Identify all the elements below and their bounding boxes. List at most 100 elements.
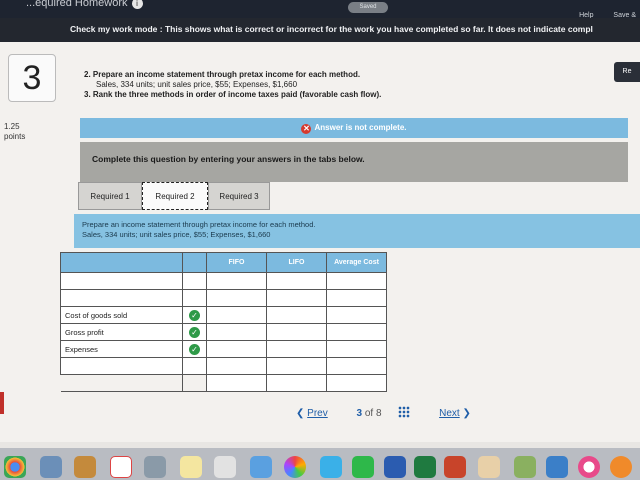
row-check-cell: ✓ xyxy=(182,323,207,341)
header-average-cost: Average Cost xyxy=(326,252,387,273)
left-edge-marker xyxy=(0,392,4,414)
table-row xyxy=(60,357,387,375)
fifo-input[interactable] xyxy=(206,323,267,341)
keynote-icon[interactable] xyxy=(546,456,568,478)
lifo-input[interactable] xyxy=(266,340,327,358)
row-label-input[interactable] xyxy=(60,357,183,375)
row-label-input[interactable] xyxy=(60,272,183,290)
average-cost-input[interactable] xyxy=(326,374,387,392)
average-cost-input[interactable] xyxy=(326,357,387,375)
table-row xyxy=(60,272,387,290)
table-row: Cost of goods sold ✓ xyxy=(60,306,387,324)
fifo-input[interactable] xyxy=(206,306,267,324)
references-button[interactable]: Re xyxy=(614,62,640,82)
books-icon[interactable] xyxy=(610,456,632,478)
assignment-title: ...equired Homework i xyxy=(26,0,143,9)
answer-status-text: Answer is not complete. xyxy=(314,123,407,132)
next-link[interactable]: Next xyxy=(439,408,460,419)
row-check-cell xyxy=(182,357,207,375)
points-info: 1.25 points xyxy=(4,122,25,142)
answer-status-bar: ✕ Answer is not complete. xyxy=(80,118,628,138)
average-cost-input[interactable] xyxy=(326,289,387,307)
tab-prompt-line2: Sales, 334 units; unit sales price, $55;… xyxy=(82,230,271,239)
tab-prompt-line1: Prepare an income statement through pret… xyxy=(82,220,316,229)
chrome-icon[interactable] xyxy=(4,456,26,478)
row-label-cogs[interactable]: Cost of goods sold xyxy=(60,306,183,324)
check-circle-icon: ✓ xyxy=(189,343,200,355)
header-lifo: LIFO xyxy=(266,252,327,273)
row-label-expenses[interactable]: Expenses xyxy=(60,340,183,358)
maps-icon[interactable] xyxy=(250,456,272,478)
stickies-icon[interactable] xyxy=(180,456,202,478)
fifo-input[interactable] xyxy=(206,289,267,307)
word-icon[interactable] xyxy=(384,456,406,478)
check-mode-banner: Check my work mode : This shows what is … xyxy=(0,18,640,42)
preview-icon[interactable] xyxy=(40,456,62,478)
header-blank xyxy=(60,252,183,273)
average-cost-input[interactable] xyxy=(326,340,387,358)
row-label-gross-profit[interactable]: Gross profit xyxy=(60,323,183,341)
table-header-row: FIFO LIFO Average Cost xyxy=(60,252,387,273)
chevron-right-icon[interactable]: ❯ xyxy=(462,408,470,419)
lifo-input[interactable] xyxy=(266,306,327,324)
app-icon[interactable] xyxy=(144,456,166,478)
header-check-blank xyxy=(182,252,207,273)
instruction-sales-info: Sales, 334 units; unit sales price, $55;… xyxy=(96,80,298,89)
tab-prompt: Prepare an income statement through pret… xyxy=(74,214,640,248)
excel-icon[interactable] xyxy=(414,456,436,478)
table-row: Gross profit ✓ xyxy=(60,323,387,341)
tab-required-2[interactable]: Required 2 xyxy=(142,182,208,210)
saved-indicator: Saved xyxy=(348,2,388,13)
points-label: points xyxy=(4,132,26,141)
row-check-cell xyxy=(182,272,207,290)
income-statement-table: FIFO LIFO Average Cost Cost of goods sol… xyxy=(60,252,387,392)
instruction-part-3: 3. Rank the three methods in order of in… xyxy=(84,90,382,99)
grid-icon[interactable] xyxy=(398,406,411,418)
app-top-bar: ...equired Homework i Saved Help Save & xyxy=(0,0,640,19)
check-circle-icon: ✓ xyxy=(189,309,200,321)
lifo-input[interactable] xyxy=(266,374,327,392)
check-circle-icon: ✓ xyxy=(189,326,200,338)
complete-instructions: Complete this question by entering your … xyxy=(80,142,628,182)
row-blank xyxy=(182,374,207,392)
tab-required-1[interactable]: Required 1 xyxy=(78,182,142,210)
notes-icon[interactable] xyxy=(74,456,96,478)
x-circle-icon: ✕ xyxy=(301,124,312,134)
lifo-input[interactable] xyxy=(266,357,327,375)
table-row xyxy=(60,374,387,392)
row-check-cell: ✓ xyxy=(182,306,207,324)
info-badge[interactable]: i xyxy=(131,0,143,9)
lifo-input[interactable] xyxy=(266,272,327,290)
messages-icon[interactable] xyxy=(320,456,342,478)
fifo-input[interactable] xyxy=(206,340,267,358)
fifo-input[interactable] xyxy=(206,357,267,375)
numbers-icon[interactable] xyxy=(514,456,536,478)
sketch-icon[interactable] xyxy=(478,456,500,478)
row-check-cell: ✓ xyxy=(182,340,207,358)
prev-link[interactable]: Prev xyxy=(307,408,328,419)
points-value: 1.25 xyxy=(4,122,20,131)
average-cost-input[interactable] xyxy=(326,306,387,324)
table-row: Expenses ✓ xyxy=(60,340,387,358)
question-number: 3 xyxy=(8,54,56,102)
fifo-input[interactable] xyxy=(206,374,267,392)
tab-required-3[interactable]: Required 3 xyxy=(208,182,270,210)
system-dock xyxy=(0,448,640,480)
photos-icon[interactable] xyxy=(284,456,306,478)
average-cost-input[interactable] xyxy=(326,272,387,290)
itunes-icon[interactable] xyxy=(578,456,600,478)
average-cost-input[interactable] xyxy=(326,323,387,341)
facetime-icon[interactable] xyxy=(352,456,374,478)
reminders-icon[interactable] xyxy=(214,456,236,478)
lifo-input[interactable] xyxy=(266,323,327,341)
lifo-input[interactable] xyxy=(266,289,327,307)
row-label-input[interactable] xyxy=(60,289,183,307)
table-row xyxy=(60,289,387,307)
row-check-cell xyxy=(182,289,207,307)
question-instructions: 2. Prepare an income statement through p… xyxy=(84,70,381,100)
powerpoint-icon[interactable] xyxy=(444,456,466,478)
fifo-input[interactable] xyxy=(206,272,267,290)
chevron-left-icon[interactable]: ❮ xyxy=(296,408,304,419)
row-blank xyxy=(60,374,183,392)
calendar-icon[interactable] xyxy=(110,456,132,478)
